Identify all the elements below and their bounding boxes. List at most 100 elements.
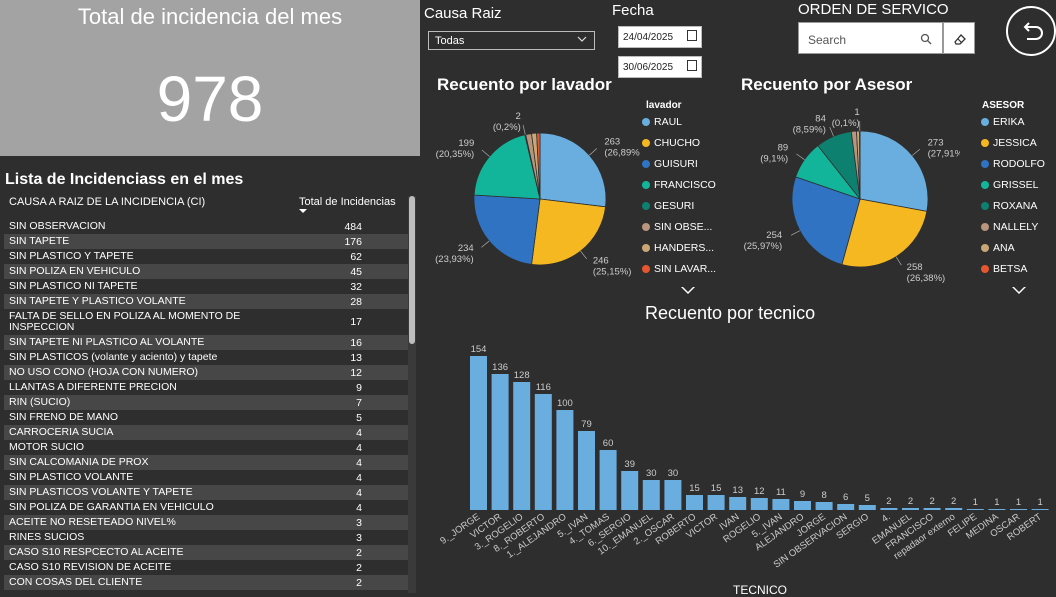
bar[interactable] (621, 471, 639, 510)
bar[interactable] (664, 480, 682, 510)
legend-item[interactable]: GUISURI (642, 158, 698, 170)
bar[interactable] (1010, 509, 1027, 510)
pie-slice[interactable] (539, 132, 607, 208)
legend-item[interactable]: SIN OBSE... (642, 221, 712, 233)
bar[interactable] (491, 374, 509, 510)
leader-line (790, 230, 801, 236)
table-row[interactable]: CON COSAS DEL CLIENTE 2 (4, 575, 408, 590)
legend-item[interactable]: CHUCHO (642, 137, 700, 149)
search-icon[interactable] (920, 33, 932, 45)
search-input[interactable]: Search (798, 22, 943, 54)
bar[interactable] (556, 410, 574, 510)
legend-item[interactable]: ROXANA (981, 200, 1037, 212)
table-row[interactable]: MOTOR SUCIO 4 (4, 440, 408, 455)
bar[interactable] (750, 498, 768, 510)
legend-item[interactable]: FRANCISCO (642, 179, 716, 191)
table-row[interactable]: SIN TAPETE 176 (4, 234, 408, 249)
legend-item[interactable]: GESURI (642, 200, 694, 212)
bar[interactable] (729, 497, 747, 510)
row-total: 484 (344, 220, 362, 233)
legend-item[interactable]: JESSICA (981, 137, 1037, 149)
table-row[interactable]: ACEITE NO RESETEADO NIVEL% 3 (4, 515, 408, 530)
row-total: 4 (356, 456, 362, 469)
column-header-cause[interactable]: CAUSA A RAIZ DE LA INCIDENCIA (CI) (9, 196, 205, 208)
table-row[interactable]: LLANTAS A DIFERENTE PRECION 9 (4, 380, 408, 395)
bar[interactable] (858, 505, 876, 510)
table-row[interactable]: SIN TAPETE NI PLASTICO AL VOLANTE 16 (4, 335, 408, 350)
scrollbar-thumb[interactable] (409, 196, 415, 344)
table-row[interactable]: SIN POLIZA DE GARANTIA EN VEHICULO 4 (4, 500, 408, 515)
leader-line (580, 250, 587, 260)
sort-desc-icon[interactable] (299, 209, 307, 213)
bar[interactable] (470, 356, 487, 510)
data-label: 234 (23,93%) (435, 243, 474, 265)
legend-item[interactable]: ANA (981, 242, 1015, 254)
calendar-icon[interactable] (687, 60, 697, 71)
table-row[interactable]: SIN CALCOMANIA DE PROX 4 (4, 455, 408, 470)
row-cause: SIN POLIZA DE GARANTIA EN VEHICULO (9, 501, 214, 513)
bar[interactable] (772, 499, 790, 510)
table-row[interactable]: SIN PLASTICOS VOLANTE Y TAPETE 4 (4, 485, 408, 500)
table-row[interactable]: SIN OBSERVACION 484 (4, 219, 408, 234)
bar-value-label: 15 (689, 483, 700, 494)
legend-item[interactable]: RODOLFO (981, 158, 1045, 170)
bar[interactable] (578, 431, 595, 510)
calendar-icon[interactable] (687, 30, 697, 41)
bar[interactable] (923, 508, 941, 510)
date-from-input[interactable]: 24/04/2025 (618, 26, 702, 48)
legend-item[interactable]: RAUL (642, 116, 682, 128)
bar[interactable] (642, 480, 660, 510)
date-to-input[interactable]: 30/06/2025 (618, 56, 702, 78)
back-button[interactable] (1006, 6, 1056, 56)
table-row[interactable]: SIN PLASTICO VOLANTE 4 (4, 470, 408, 485)
table-scrollbar[interactable] (408, 196, 416, 593)
legend-item[interactable]: BETSA (981, 263, 1027, 275)
table-row[interactable]: RIN (SUCIO) 7 (4, 395, 408, 410)
legend-item[interactable]: SIN LAVAR... (642, 263, 716, 275)
pie-slice[interactable] (473, 194, 541, 265)
table-row[interactable]: SIN PLASTICO NI TAPETE 32 (4, 279, 408, 294)
legend-label: ERIKA (993, 116, 1025, 128)
bar[interactable] (794, 501, 811, 510)
pie-slice[interactable] (859, 130, 929, 212)
bar[interactable] (837, 504, 855, 510)
bar-value-label: 136 (492, 362, 508, 373)
table-row[interactable]: SIN PLASTICOS (volante y aciento) y tape… (4, 350, 408, 365)
legend-item[interactable]: ERIKA (981, 116, 1025, 128)
bar[interactable] (513, 382, 531, 510)
row-cause: CARROCERIA SUCIA (9, 426, 114, 438)
legend-item[interactable]: GRISSEL (981, 179, 1039, 191)
table-row[interactable]: CASO S10 REVISION DE ACEITE 2 (4, 560, 408, 575)
legend-more-icon[interactable] (681, 287, 695, 294)
bar[interactable] (686, 495, 703, 510)
legend-item[interactable]: HANDERS... (642, 242, 714, 254)
table-row[interactable]: NO USO CONO (HOJA CON NUMERO) 12 (4, 365, 408, 380)
legend-item[interactable]: NALLELY (981, 221, 1038, 233)
table-row[interactable]: SIN FRENO DE MANO 5 (4, 410, 408, 425)
bar[interactable] (988, 509, 1006, 510)
bar[interactable] (707, 495, 725, 510)
table-row[interactable]: CASO S10 RESPCECTO AL ACEITE 2 (4, 545, 408, 560)
bar[interactable] (815, 502, 833, 510)
column-header-total[interactable]: Total de Incidencias (299, 196, 396, 208)
legend-more-icon[interactable] (1012, 287, 1026, 294)
causa-raiz-dropdown[interactable]: Todas (428, 31, 595, 50)
bar-value-label: 8 (821, 490, 826, 501)
bar[interactable] (880, 508, 898, 510)
table-row[interactable]: SIN PLASTICO Y TAPETE 62 (4, 249, 408, 264)
eraser-button[interactable] (943, 22, 975, 54)
bar[interactable] (1031, 509, 1049, 510)
fecha-label: Fecha (612, 2, 654, 19)
table-row[interactable]: CARROCERIA SUCIA 4 (4, 425, 408, 440)
table-row[interactable]: RINES SUCIOS 3 (4, 530, 408, 545)
data-label-value: 273 (928, 137, 944, 148)
row-cause: SIN PLASTICOS (volante y aciento) y tape… (9, 351, 218, 363)
bar[interactable] (599, 450, 617, 510)
table-row[interactable]: SIN TAPETE Y PLASTICO VOLANTE 28 (4, 294, 408, 309)
bar[interactable] (945, 508, 963, 510)
table-row[interactable]: SIN POLIZA EN VEHICULO 45 (4, 264, 408, 279)
bar[interactable] (902, 508, 919, 510)
table-row[interactable]: FALTA DE SELLO EN POLIZA AL MOMENTO DE I… (4, 309, 408, 335)
bar[interactable] (966, 509, 984, 510)
bar[interactable] (534, 394, 552, 510)
